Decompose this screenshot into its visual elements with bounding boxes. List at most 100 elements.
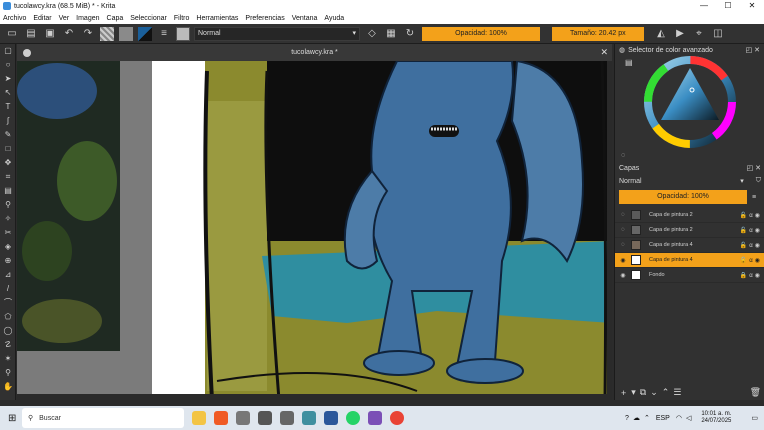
assistant-tool-icon[interactable]: ✂ [0, 226, 16, 240]
menu-editar[interactable]: Editar [33, 15, 51, 22]
zoom-tool-icon[interactable]: ⚲ [0, 366, 16, 380]
add-layer-icon[interactable]: + [621, 388, 626, 398]
polygon-select-icon[interactable]: ⬠ [0, 310, 16, 324]
gradient-tool-icon[interactable]: ▤ [0, 184, 16, 198]
new-document-icon[interactable]: ▭ [5, 27, 19, 41]
hidden-eye-icon[interactable]: ◌ [618, 242, 628, 248]
elliptical-select-icon[interactable]: ◯ [0, 324, 16, 338]
layer-flags-icon[interactable]: 🔓α◉ [740, 257, 762, 264]
chevron-down-icon[interactable]: ▾ [631, 387, 636, 398]
layer-flags-icon[interactable]: 🔓α◉ [740, 242, 762, 249]
duplicate-layer-icon[interactable]: ⧉ [640, 387, 646, 398]
word-icon[interactable] [324, 411, 338, 425]
edit-shape-icon[interactable]: ↖ [0, 86, 16, 100]
color-wheel[interactable] [615, 56, 764, 161]
visible-eye-icon[interactable]: ◉ [618, 272, 628, 279]
close-document-icon[interactable]: ✕ [600, 47, 608, 58]
ellipse-tool-icon[interactable]: ○ [0, 58, 16, 72]
tray-chevron-icon[interactable]: ⌃ [644, 414, 650, 422]
menu-ventana[interactable]: Ventana [292, 15, 318, 22]
layer-opacity-slider[interactable]: Opacidad: 100% [619, 190, 747, 204]
settings-icon[interactable] [280, 411, 294, 425]
text-tool-icon[interactable]: T [0, 100, 16, 114]
close-button[interactable]: ✕ [740, 0, 764, 12]
app-icon[interactable] [236, 411, 250, 425]
app-icon[interactable] [258, 411, 272, 425]
layer-flags-icon[interactable]: 🔓α◉ [740, 212, 762, 219]
fg-bg-color-icon[interactable] [138, 26, 152, 41]
layer-row-active[interactable]: ◉ Capa de pintura 4 🔓α◉ [615, 253, 764, 268]
layer-properties-icon[interactable]: ☰ [673, 387, 681, 398]
redo-icon[interactable]: ↷ [81, 27, 95, 41]
alpha-lock-icon[interactable]: ▦ [384, 27, 398, 41]
layer-row[interactable]: ◌ Capa de pintura 2 🔓α◉ [615, 223, 764, 238]
vertical-scrollbar[interactable] [607, 61, 612, 394]
layer-row[interactable]: ◌ Capa de pintura 4 🔓α◉ [615, 238, 764, 253]
menu-archivo[interactable]: Archivo [3, 15, 26, 22]
pattern-swatch[interactable] [119, 26, 133, 41]
blend-mode-select[interactable]: Normal ▾ [194, 26, 360, 41]
clock[interactable]: 10:01 a. m. 24/07/2025 [701, 411, 731, 425]
volume-icon[interactable]: ◁ [686, 414, 691, 422]
layer-menu-icon[interactable]: ≡ [752, 194, 756, 201]
saturation-triangle[interactable] [661, 68, 719, 120]
layer-row-background[interactable]: ◉ Fondo 🔒α◉ [615, 268, 764, 283]
move-layer-down-icon[interactable]: ⌄ [650, 387, 658, 398]
maximize-button[interactable]: ☐ [716, 0, 740, 12]
menu-imagen[interactable]: Imagen [76, 15, 99, 22]
panel-float-close-icon[interactable]: ◰ ✕ [746, 46, 760, 54]
rectangle-select-icon[interactable]: □ [0, 142, 16, 156]
line-tool-icon[interactable]: / [0, 282, 16, 296]
measure-tool-icon[interactable]: ⊿ [0, 268, 16, 282]
select-shape-icon[interactable]: ▢ [0, 44, 16, 58]
move-layer-up-icon[interactable]: ⌃ [662, 387, 670, 398]
menu-herramientas[interactable]: Herramientas [196, 15, 238, 22]
polyline-icon[interactable]: ⌒ [0, 296, 16, 310]
windows-start-icon[interactable]: ⊞ [8, 413, 16, 424]
menu-ayuda[interactable]: Ayuda [324, 15, 344, 22]
hidden-eye-icon[interactable]: ◌ [618, 212, 628, 218]
file-explorer-icon[interactable] [192, 411, 206, 425]
eyedropper-icon[interactable]: ⚲ [0, 198, 16, 212]
krita-taskbar-icon[interactable] [368, 411, 382, 425]
notifications-icon[interactable]: ▭ [751, 414, 758, 422]
fill-tool-icon[interactable]: ◈ [0, 240, 16, 254]
brave-browser-icon[interactable] [214, 411, 228, 425]
undo-icon[interactable]: ↶ [62, 27, 76, 41]
menu-filtro[interactable]: Filtro [174, 15, 190, 22]
contiguous-select-icon[interactable]: ✶ [0, 352, 16, 366]
brush-preset-thumbnail[interactable] [176, 26, 190, 41]
freehand-select-icon[interactable]: ☡ [0, 338, 16, 352]
menu-seleccionar[interactable]: Seleccionar [130, 15, 167, 22]
pointer-tool-icon[interactable]: ➤ [0, 72, 16, 86]
notes-icon[interactable] [302, 411, 316, 425]
layer-flags-icon[interactable]: 🔓α◉ [740, 227, 762, 234]
language-indicator[interactable]: ESP [656, 415, 670, 422]
size-slider[interactable]: Tamaño: 20.42 px [552, 26, 644, 41]
visible-eye-icon[interactable]: ◉ [618, 257, 628, 264]
delete-layer-icon[interactable]: 🗑 [750, 387, 761, 398]
layers-panel-float-close-icon[interactable]: ◰ ✕ [747, 164, 761, 172]
gradient-swatch[interactable] [100, 26, 114, 41]
canvas[interactable] [17, 61, 612, 400]
minimize-button[interactable]: — [692, 0, 716, 12]
colorize-mask-icon[interactable]: ⊕ [0, 254, 16, 268]
help-icon[interactable]: ? [625, 415, 629, 422]
taskbar-search[interactable]: ⚲ Buscar [22, 408, 184, 428]
onedrive-icon[interactable]: ☁ [633, 414, 640, 422]
crop-tool-icon[interactable]: ⌗ [0, 170, 16, 184]
smart-patch-icon[interactable]: ✧ [0, 212, 16, 226]
open-folder-icon[interactable]: ▤ [24, 27, 38, 41]
mirror-horizontal-icon[interactable]: ◭ [654, 27, 668, 41]
wifi-icon[interactable]: ◠ [676, 414, 682, 422]
save-icon[interactable]: ▣ [43, 27, 57, 41]
eraser-icon[interactable]: ◇ [365, 27, 379, 41]
pan-tool-icon[interactable]: ✋ [0, 380, 16, 394]
layer-row[interactable]: ◌ Capa de pintura 2 🔓α◉ [615, 208, 764, 223]
menu-ver[interactable]: Ver [59, 15, 70, 22]
chrome-icon[interactable] [390, 411, 404, 425]
menu-preferencias[interactable]: Preferencias [245, 15, 284, 22]
brush-tool-icon[interactable]: ✎ [0, 128, 16, 142]
brush-settings-icon[interactable]: ≡ [157, 27, 171, 41]
opacity-slider[interactable]: Opacidad: 100% [422, 26, 540, 41]
